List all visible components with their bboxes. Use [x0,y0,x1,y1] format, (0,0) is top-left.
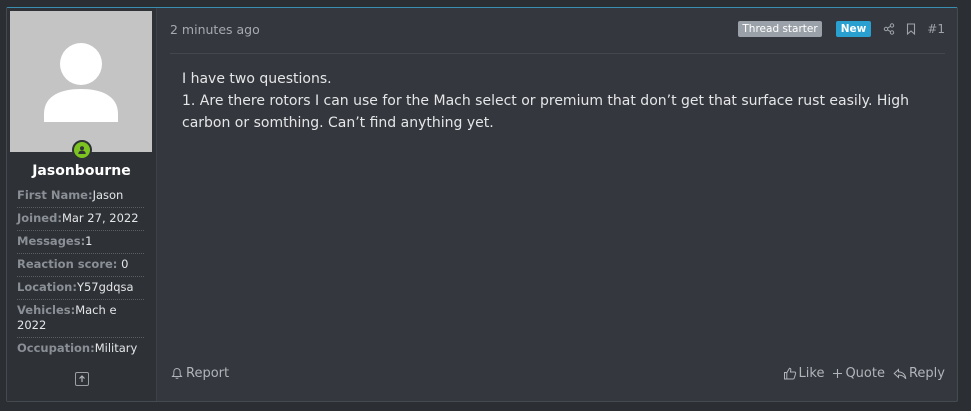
info-label: Messages: [17,234,86,248]
thread-starter-badge: Thread starter [738,21,822,37]
info-value[interactable]: Y57gdqsa [77,280,134,294]
report-label: Report [186,366,230,381]
info-label: Joined: [17,211,62,225]
default-avatar-icon [44,43,118,122]
info-value: Jason [92,188,124,202]
info-first-name: First Name:Jason [17,185,144,208]
plus-icon [833,369,843,378]
new-badge: New [835,21,872,37]
post-main: 2 minutes ago Thread starter New #1 I ha… [157,8,957,401]
info-vehicles: Vehicles:Mach e 2022 [17,300,144,338]
info-reaction-score: Reaction score: 0 [17,254,144,277]
user-sidebar: Jasonbourne First Name:Jason Joined:Mar … [7,8,157,401]
header-divider [170,53,945,54]
info-label: Location: [17,280,77,294]
post-time[interactable]: 2 minutes ago [170,22,260,37]
thumbs-up-icon [783,367,796,380]
report-button[interactable]: Report [171,366,229,381]
bell-icon [171,367,183,379]
user-info-list: First Name:Jason Joined:Mar 27, 2022 Mes… [17,185,144,360]
info-value: Mar 27, 2022 [61,211,139,225]
avatar[interactable] [10,11,152,152]
quote-button[interactable]: Quote [832,366,885,381]
post-body-line: I have two questions. [182,71,332,87]
reply-label: Reply [908,366,945,381]
like-label: Like [798,366,825,381]
info-label: First Name: [17,188,93,202]
post-header-actions: Thread starter New #1 [738,21,945,37]
info-messages: Messages:1 [17,231,144,254]
username[interactable]: Jasonbourne [7,163,156,179]
info-value: 0 [121,257,129,271]
online-status-icon [72,140,92,160]
post-body-line: 1. Are there rotors I can use for the Ma… [182,93,910,131]
like-button[interactable]: Like [783,366,825,381]
forum-post: Jasonbourne First Name:Jason Joined:Mar … [6,7,958,402]
post-actions: Like Quote Reply [775,366,945,381]
info-location: Location:Y57gdqsa [17,277,144,300]
reply-button[interactable]: Reply [893,366,945,381]
reply-icon [893,367,907,379]
bookmark-icon[interactable] [906,23,916,35]
info-label: Vehicles: [17,303,76,317]
post-number[interactable]: #1 [927,22,945,36]
post-body: I have two questions. 1. Are there rotor… [182,68,935,134]
quote-label: Quote [845,366,885,381]
expand-user-info-icon[interactable] [75,372,89,386]
info-value[interactable]: 1 [85,234,92,248]
share-icon[interactable] [883,23,895,35]
info-value: Military [94,341,138,355]
info-joined: Joined:Mar 27, 2022 [17,208,144,231]
info-label: Occupation: [17,341,95,355]
info-label: Reaction score: [17,257,118,271]
info-occupation: Occupation:Military [17,338,144,360]
